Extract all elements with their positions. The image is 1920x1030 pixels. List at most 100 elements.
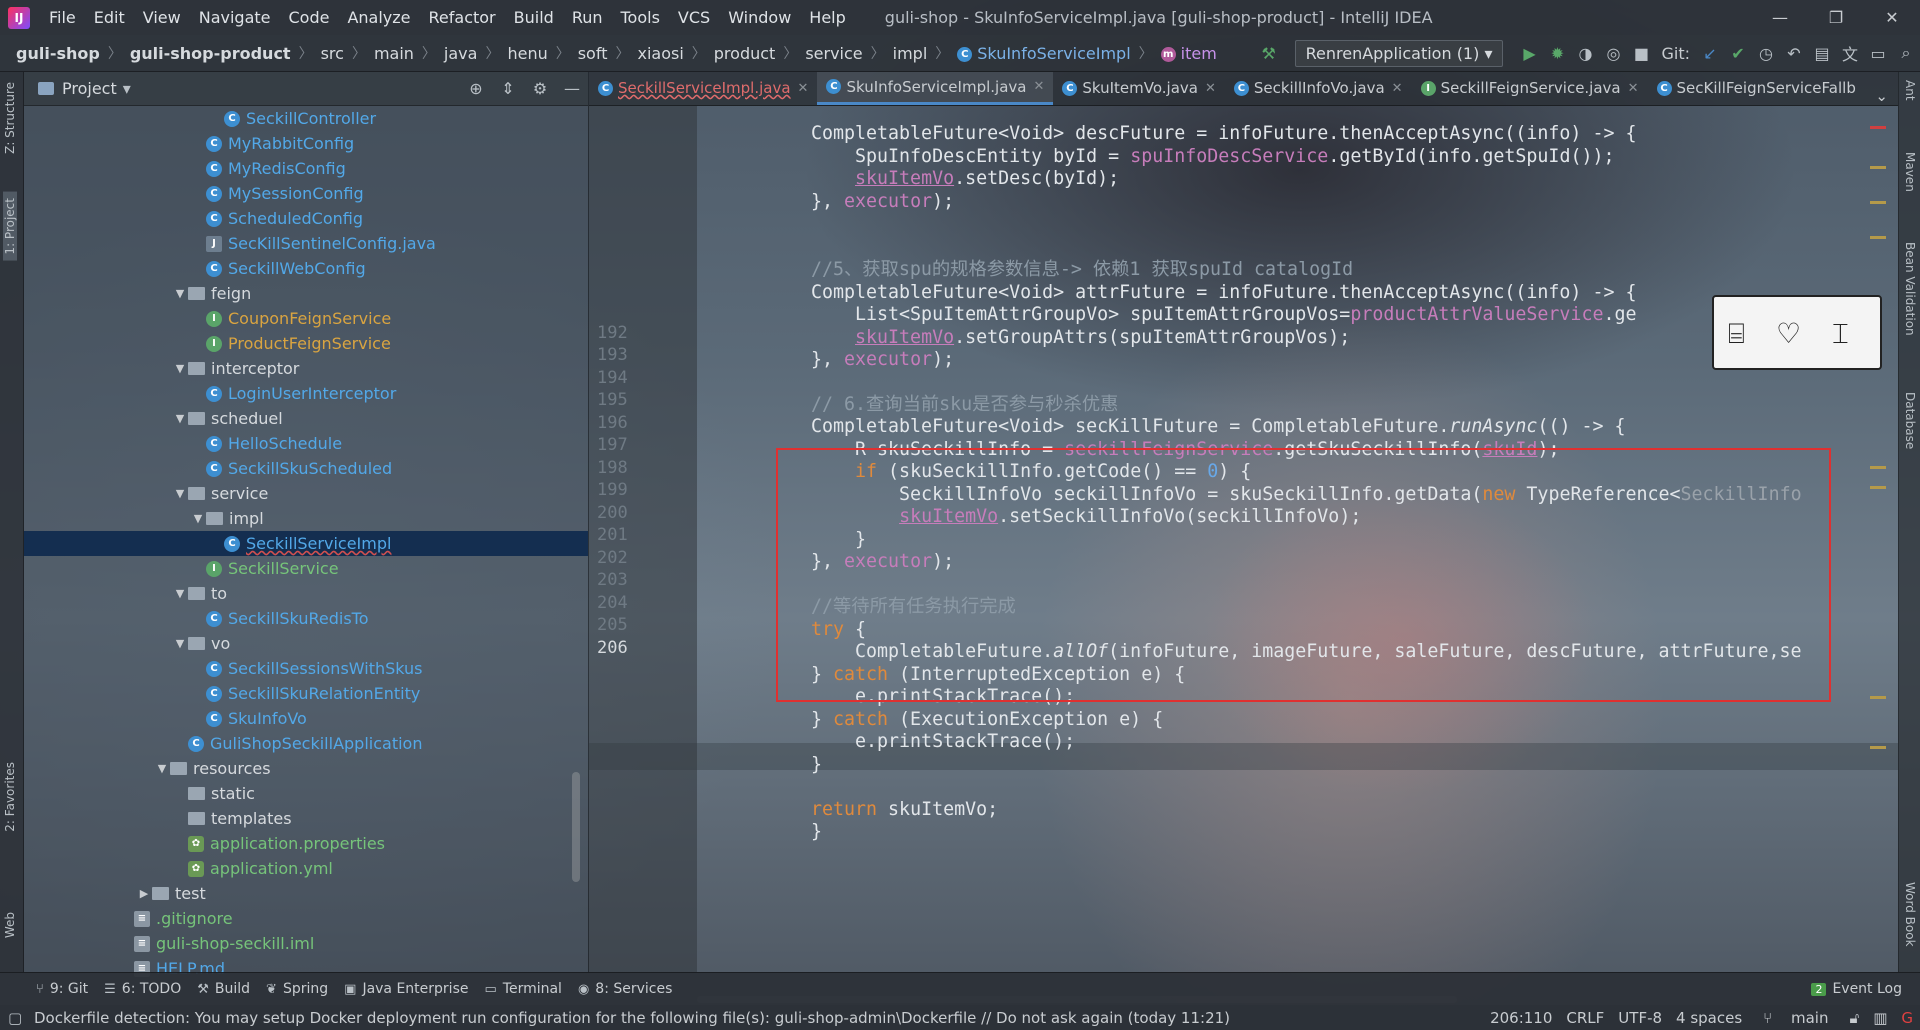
tree-item[interactable]: C MyRabbitConfig [24,131,588,156]
tree-item[interactable]: ▼ impl [24,506,588,531]
tree-item[interactable]: C SeckillSessionsWithSkus [24,656,588,681]
expand-arrow-icon[interactable]: ▼ [172,587,188,600]
line-separator[interactable]: CRLF [1566,1009,1604,1027]
tree-item[interactable]: C SeckillSkuRedisTo [24,606,588,631]
todo-tool-button[interactable]: ☰ 6: TODO [104,981,181,997]
tree-item[interactable]: templates [24,806,588,831]
editor-tab[interactable]: I SeckillFeignService.java ✕ [1412,72,1648,105]
minimize-button[interactable]: — [1752,8,1808,27]
profile-icon[interactable]: ◎ [1599,44,1627,63]
breadcrumb-item[interactable]: guli-shop-product [126,44,295,63]
gear-icon[interactable]: ⚙ [524,79,556,98]
tree-item[interactable]: C SeckillServiceImpl [24,531,588,556]
tree-item[interactable]: ▼ service [24,481,588,506]
run-config-select[interactable]: RenrenApplication (1) ▾ [1294,39,1504,67]
expand-arrow-icon[interactable]: ▶ [136,887,152,900]
tabs-overflow-icon[interactable]: ⌄ [1865,87,1898,105]
git-branch[interactable]: ⑂ main [1756,1009,1835,1027]
translate-icon[interactable]: 文 [1836,41,1864,65]
tree-item[interactable]: ▼ scheduel [24,406,588,431]
build-tool-button[interactable]: ⚒ Build [197,981,250,997]
warning-stripe-marker[interactable] [1870,746,1886,749]
tree-item[interactable]: ≡ guli-shop-seckill.iml [24,931,588,956]
expand-arrow-icon[interactable]: ▼ [190,512,206,525]
tree-item[interactable]: ▶ test [24,881,588,906]
web-tab[interactable]: Web [3,912,17,938]
build-hammer-icon[interactable]: ⚒ [1255,44,1283,63]
project-structure-icon[interactable]: ▤ [1808,44,1836,63]
code-area[interactable]: 192 193 194 195 196 197 198 199 200 201 202 203 204 2… [589,106,1898,1003]
expand-arrow-icon[interactable]: ▼ [172,412,188,425]
tree-item[interactable]: ≡ .gitignore [24,906,588,931]
warning-stripe-marker[interactable] [1870,201,1886,204]
breadcrumb-item[interactable]: xiaosi [633,44,687,63]
breadcrumb-item[interactable]: main [370,44,418,63]
ant-tab[interactable]: Ant [1903,80,1917,101]
tree-item[interactable]: C SeckillController [24,106,588,131]
event-log-button[interactable]: 2 Event Log [1811,981,1902,997]
caret-position[interactable]: 206:110 [1490,1009,1552,1027]
close-tab-icon[interactable]: ✕ [1205,81,1216,96]
tree-item[interactable]: I CouponFeignService [24,306,588,331]
menu-help[interactable]: Help [800,8,854,27]
menu-navigate[interactable]: Navigate [190,8,280,27]
chevron-down-icon[interactable]: ▾ [123,79,131,98]
breadcrumb-item[interactable]: m item [1157,44,1221,63]
run-icon[interactable]: ▶ [1515,44,1543,63]
tree-item[interactable]: C GuliShopSeckillApplication [24,731,588,756]
tree-item[interactable]: C MyRedisConfig [24,156,588,181]
editor-tab[interactable]: C SecKillFeignServiceFallb [1648,72,1865,105]
warning-stripe-marker[interactable] [1870,486,1886,489]
menu-analyze[interactable]: Analyze [338,8,419,27]
layout-icon[interactable]: ▭ [1864,44,1892,63]
close-tab-icon[interactable]: ✕ [798,81,809,96]
file-encoding[interactable]: UTF-8 [1618,1009,1662,1027]
close-tab-icon[interactable]: ✕ [1392,81,1403,96]
status-toggle-icon[interactable]: ▢ [8,1009,22,1027]
editor-tab[interactable]: C SkuItemVo.java ✕ [1053,72,1225,105]
menu-edit[interactable]: Edit [85,8,134,27]
bean-validation-tab[interactable]: Bean Validation [1903,242,1917,336]
tree-item[interactable]: C LoginUserInterceptor [24,381,588,406]
collapse-all-icon[interactable]: ⇕ [492,79,524,98]
tree-item[interactable]: C SkuInfoVo [24,706,588,731]
project-view-select[interactable]: Project [62,79,117,98]
restore-button[interactable]: ❐ [1808,8,1864,27]
expand-arrow-icon[interactable]: ▼ [172,362,188,375]
editor-tab[interactable]: C SeckillServiceImpl.java ✕ [589,72,817,105]
tree-item[interactable]: ▼ vo [24,631,588,656]
maven-tab[interactable]: Maven [1903,152,1917,192]
tree-item[interactable]: C MySessionConfig [24,181,588,206]
breadcrumb-item[interactable]: soft [574,44,612,63]
services-tool-button[interactable]: ◉ 8: Services [578,981,672,997]
editor-tab[interactable]: C SkuInfoServiceImpl.java ✕ [817,72,1054,105]
tree-item[interactable]: C HelloSchedule [24,431,588,456]
terminal-tool-button[interactable]: ▭ Terminal [484,981,561,997]
menu-vcs[interactable]: VCS [669,8,719,27]
search-everywhere-icon[interactable]: ⌕ [1892,43,1920,63]
breadcrumb-item[interactable]: java [440,44,482,63]
git-history-icon[interactable]: ◷ [1752,44,1780,63]
breadcrumb-item[interactable]: impl [889,44,932,63]
memory-icon[interactable]: ▥ [1873,1009,1887,1027]
tree-item[interactable]: ▼ to [24,581,588,606]
locate-icon[interactable]: ⊕ [460,79,492,98]
java-enterprise-tool-button[interactable]: ▣ Java Enterprise [344,981,468,997]
lock-icon[interactable]: 🔓︎ [1849,1009,1859,1027]
debug-icon[interactable]: ✹ [1543,44,1571,63]
menu-refactor[interactable]: Refactor [420,8,505,27]
tree-item[interactable]: C SeckillWebConfig [24,256,588,281]
warning-stripe-marker[interactable] [1870,166,1886,169]
expand-arrow-icon[interactable]: ▼ [154,762,170,775]
error-stripe-marker[interactable] [1870,126,1886,129]
menu-code[interactable]: Code [280,8,339,27]
expand-arrow-icon[interactable]: ▼ [172,487,188,500]
tree-item[interactable]: static [24,781,588,806]
close-window-button[interactable]: ✕ [1864,8,1920,27]
expand-arrow-icon[interactable]: ▼ [172,287,188,300]
breadcrumb-item[interactable]: src [317,44,348,63]
close-tab-icon[interactable]: ✕ [1033,79,1044,94]
hide-panel-icon[interactable]: — [556,79,588,98]
breadcrumb-item[interactable]: henu [503,44,551,63]
spring-tool-button[interactable]: ❦ Spring [266,981,328,997]
